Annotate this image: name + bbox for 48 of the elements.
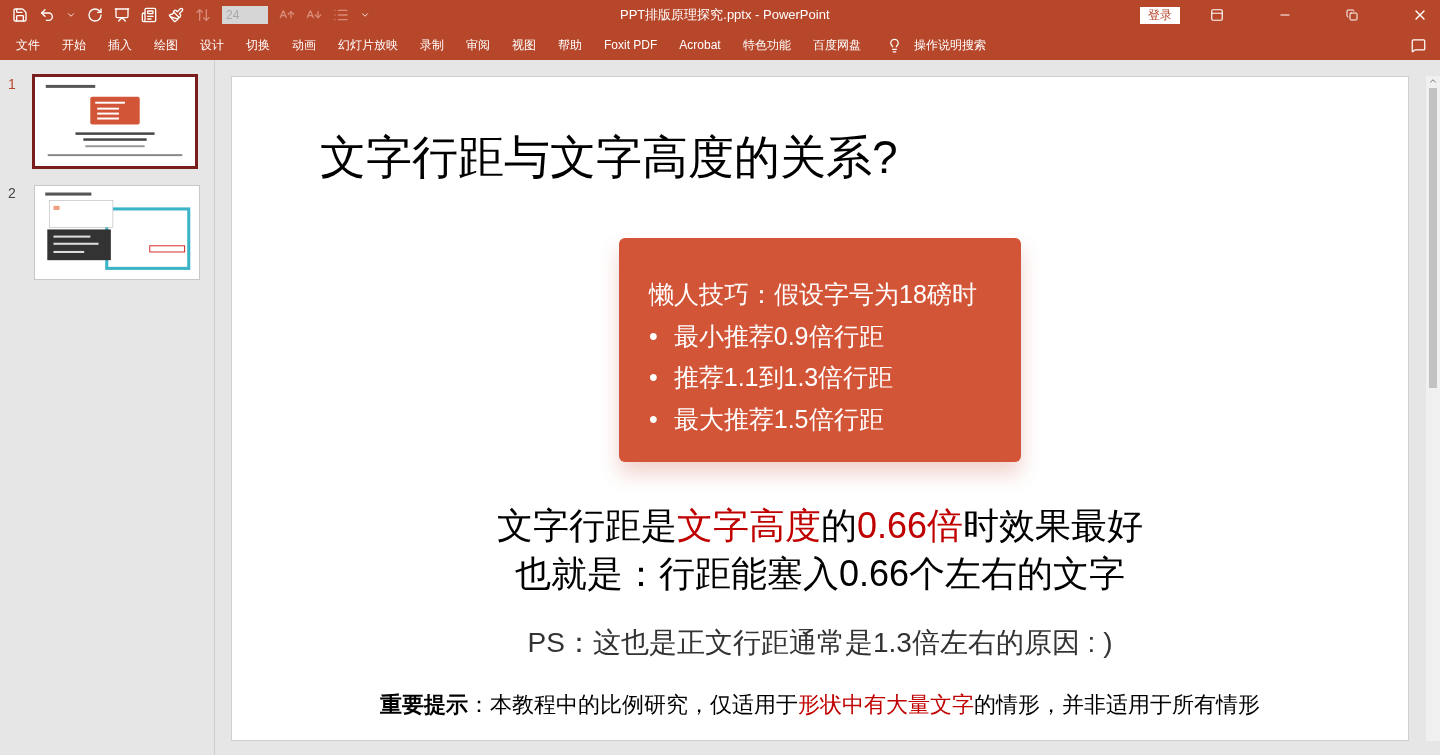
ribbon-tab[interactable]: 视图 [512, 36, 536, 54]
slide-number: 2 [8, 184, 17, 203]
ribbon-tab[interactable]: 审阅 [466, 36, 490, 54]
bullet-text: 推荐1.1到1.3倍行距 [673, 362, 894, 393]
tell-me-search[interactable]: 操作说明搜索 [886, 36, 986, 54]
scrollbar-thumb[interactable] [1429, 88, 1437, 388]
card-heading: 懒人技巧：假设字号为18磅时 [649, 279, 978, 310]
bullet-text: 最小推荐0.9倍行距 [673, 320, 884, 352]
ribbon-tab[interactable]: Foxit PDF [604, 36, 658, 54]
bullet-mark: • [649, 403, 658, 435]
bullet-text: 最大推荐1.5倍行距 [673, 403, 884, 435]
ribbon-tab[interactable]: 帮助 [558, 36, 582, 54]
bullet-mark: • [649, 362, 658, 393]
ribbon-tab[interactable]: 绘图 [154, 36, 178, 54]
ribbon-tab[interactable]: 幻灯片放映 [338, 36, 398, 54]
slide-text: 重要提示：本教程中的比例研究，仅适用于形状中有大量文字的情形，并非适用于所有情形 [380, 691, 1260, 719]
slide-text: PS：这也是正文行距通常是1.3倍左右的原因 : ) [527, 626, 1113, 660]
save-icon[interactable] [12, 7, 28, 23]
ribbon-tab[interactable]: 录制 [420, 36, 444, 54]
ribbon-tab[interactable]: Acrobat [679, 36, 721, 54]
caret-icon[interactable] [360, 10, 370, 20]
slide-title: 文字行距与文字高度的关系? [320, 130, 898, 185]
ribbon-tab[interactable]: 设计 [200, 36, 224, 54]
ribbon-tab[interactable]: 动画 [292, 36, 316, 54]
ribbon-display-icon[interactable] [1210, 8, 1224, 22]
ribbon-tab[interactable]: 百度网盘 [812, 36, 861, 54]
slide-text: 也就是：行距能塞入0.66个左右的文字 [514, 552, 1126, 596]
window-title: PPT排版原理探究.pptx - PowerPoint [620, 6, 830, 25]
ribbon-tab[interactable]: 文件 [16, 36, 40, 54]
ribbon-tab[interactable]: 特色功能 [742, 36, 791, 54]
presentation-icon[interactable] [114, 7, 130, 23]
paintbrush-icon[interactable] [168, 7, 184, 23]
ribbon-tab[interactable]: 插入 [108, 36, 132, 54]
caret-icon[interactable] [66, 10, 76, 20]
ribbon-tab[interactable]: 切换 [246, 36, 270, 54]
ribbon-tab[interactable]: 开始 [62, 36, 86, 54]
slide-text: 文字行距是文字高度的0.66倍时效果最好 [496, 504, 1144, 548]
comments-icon[interactable] [1411, 37, 1426, 53]
slide-number: 1 [8, 75, 17, 94]
vertical-scrollbar[interactable] [1426, 76, 1440, 741]
restore-icon[interactable] [1346, 9, 1358, 21]
scroll-up-icon[interactable] [1428, 76, 1438, 86]
textbox-icon[interactable] [141, 7, 157, 23]
bullet-mark: • [649, 320, 658, 352]
sign-in-button[interactable]: 登录 [1140, 6, 1180, 24]
slide-thumbnail[interactable] [32, 74, 198, 169]
undo-icon[interactable] [39, 7, 55, 23]
redo-icon[interactable] [87, 7, 103, 23]
